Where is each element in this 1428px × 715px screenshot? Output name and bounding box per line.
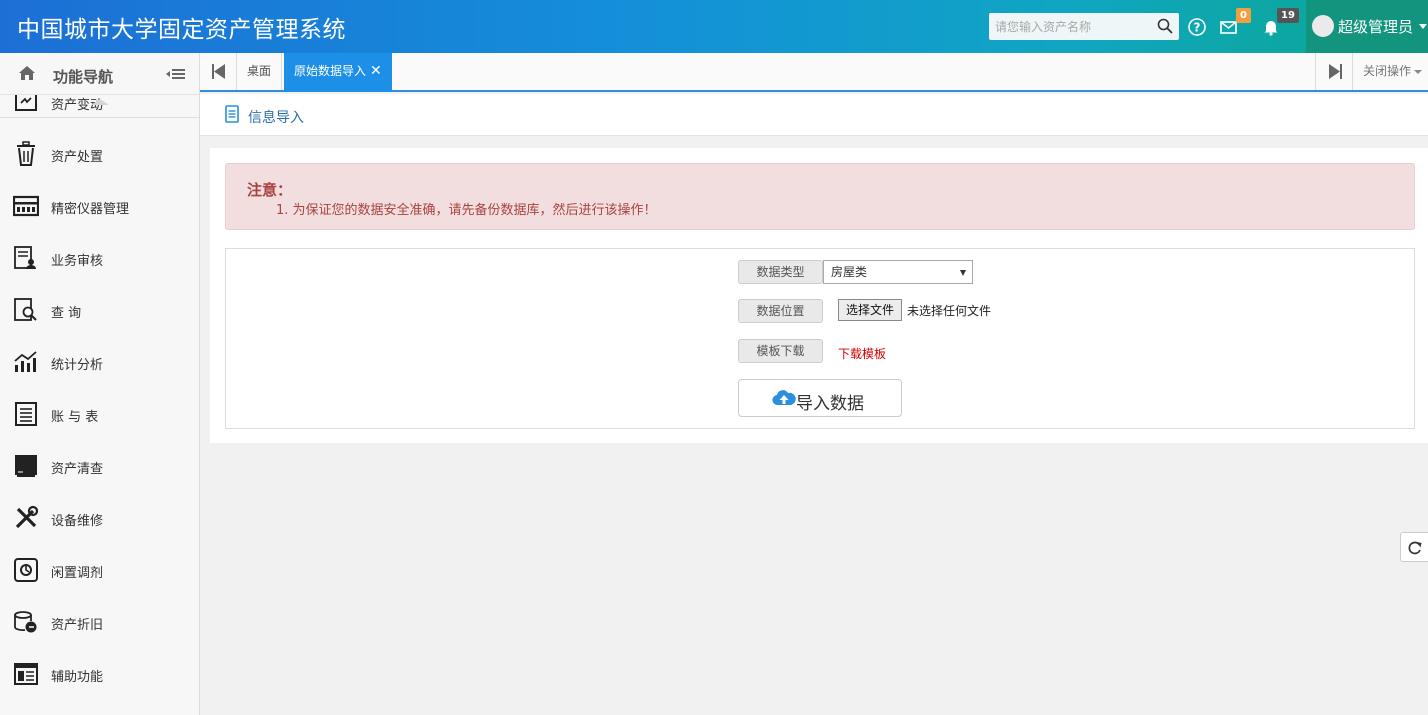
- top-bar: 中国城市大学固定资产管理系统 ? 0 19 超级管理员: [0, 0, 1428, 53]
- sidebar-item-label: 查 询: [51, 306, 82, 321]
- sidebar-item-label: 业务审核: [51, 254, 104, 269]
- sidebar-item-aux[interactable]: 辅助功能: [0, 649, 199, 701]
- collapse-sidebar-icon[interactable]: [166, 67, 186, 81]
- cloud-upload-icon: [772, 390, 796, 406]
- sidebar-item-query[interactable]: 查 询: [0, 285, 199, 337]
- tab-scroll-right[interactable]: [1315, 53, 1353, 90]
- tabs-bar: 桌面 原始数据导入 ✕ 关闭操作: [200, 53, 1428, 92]
- notify-badge: 19: [1277, 8, 1299, 23]
- help-icon[interactable]: ?: [1187, 17, 1207, 37]
- file-status: 未选择任何文件: [907, 304, 992, 318]
- inventory-icon: [15, 455, 37, 477]
- sidebar-item-label: 资产处置: [51, 150, 104, 165]
- instrument-icon: [13, 195, 39, 217]
- template-download-label: 模板下载: [738, 339, 823, 363]
- sidebar-item-label: 精密仪器管理: [51, 202, 130, 217]
- mail-badge: 0: [1236, 8, 1251, 23]
- caret-down-icon: [1414, 69, 1423, 74]
- avatar: [1312, 15, 1334, 37]
- sidebar-item-ledger[interactable]: 账 与 表: [0, 389, 199, 441]
- tab-desk-label: 桌面: [247, 64, 272, 78]
- scroll-up-arrow-icon[interactable]: [91, 99, 109, 105]
- depreciation-icon: [14, 611, 37, 633]
- sidebar-item-label: 账 与 表: [51, 410, 99, 425]
- close-operations-menu[interactable]: 关闭操作: [1363, 53, 1423, 90]
- download-template-link[interactable]: 下载模板: [838, 345, 886, 362]
- alert-title: 注意：: [247, 181, 293, 199]
- repair-icon: [15, 505, 39, 529]
- import-panel: 注意： 1. 为保证您的数据安全准确，请先备份数据库，然后进行该操作！ 数据类型…: [210, 148, 1428, 443]
- page-title: 信息导入: [248, 110, 304, 126]
- import-button-label: 导入数据: [796, 394, 864, 414]
- sidebar: 功能导航 资产变动 资产处置 精密仪器管理 业务审核 查 询 统计分析 账 与 …: [0, 53, 200, 715]
- audit-icon: [14, 246, 36, 269]
- app-title: 中国城市大学固定资产管理系统: [17, 17, 346, 43]
- backward-icon: [212, 64, 225, 79]
- data-location-label: 数据位置: [738, 299, 823, 323]
- sidebar-item-idle[interactable]: 闲置调剂: [0, 545, 199, 597]
- data-type-select[interactable]: 房屋类: [823, 260, 973, 284]
- import-form: 数据类型 房屋类 数据位置 选择文件 未选择任何文件 模板下载 下载模板 导入数…: [225, 248, 1415, 429]
- dropdown-arrow-icon: [960, 270, 966, 276]
- chevron-down-icon: [1419, 24, 1427, 29]
- query-icon: [14, 298, 37, 321]
- nav-title: 功能导航: [53, 68, 114, 86]
- sidebar-item-repair[interactable]: 设备维修: [0, 493, 199, 545]
- content-header: 信息导入: [200, 94, 1428, 136]
- data-type-label: 数据类型: [738, 260, 823, 284]
- sidebar-item-depreciation[interactable]: 资产折旧: [0, 597, 199, 649]
- trash-icon: [17, 141, 35, 166]
- sidebar-item-label: 辅助功能: [51, 670, 104, 685]
- svg-text:?: ?: [1194, 21, 1201, 35]
- tab-data-import[interactable]: 原始数据导入 ✕: [284, 53, 392, 92]
- document-icon: [225, 105, 239, 123]
- search-box: [989, 13, 1179, 40]
- sidebar-item-stats[interactable]: 统计分析: [0, 337, 199, 389]
- sidebar-item-audit[interactable]: 业务审核: [0, 233, 199, 285]
- stats-icon: [14, 351, 37, 372]
- ledger-icon: [15, 402, 37, 426]
- aux-icon: [14, 663, 38, 685]
- search-icon[interactable]: [1156, 17, 1174, 35]
- sidebar-item-label: 资产折旧: [51, 618, 104, 633]
- sidebar-item-instrument[interactable]: 精密仪器管理: [0, 181, 199, 233]
- warning-alert: 注意： 1. 为保证您的数据安全准确，请先备份数据库，然后进行该操作！: [225, 163, 1415, 230]
- tab-active-label: 原始数据导入: [294, 64, 367, 78]
- sidebar-divider: [0, 117, 199, 118]
- close-ops-label: 关闭操作: [1363, 64, 1412, 78]
- home-icon: [19, 66, 35, 80]
- user-menu[interactable]: 超级管理员: [1306, 0, 1428, 53]
- tab-scroll-left[interactable]: [200, 53, 237, 90]
- sidebar-item-label: 统计分析: [51, 358, 104, 373]
- forward-icon: [1329, 64, 1342, 79]
- idle-icon: [14, 558, 38, 582]
- refresh-button[interactable]: [1400, 532, 1428, 562]
- sidebar-item-asset-disposal[interactable]: 资产处置: [0, 129, 199, 181]
- sidebar-item-inventory[interactable]: 资产清查: [0, 441, 199, 493]
- import-data-button[interactable]: 导入数据: [738, 379, 902, 417]
- sidebar-header: 功能导航: [0, 53, 199, 95]
- tab-desk[interactable]: 桌面: [237, 53, 283, 90]
- choose-file-button[interactable]: 选择文件: [838, 299, 902, 321]
- data-type-value: 房屋类: [831, 265, 868, 279]
- sidebar-item-label: 设备维修: [51, 514, 104, 529]
- close-icon[interactable]: ✕: [370, 63, 382, 79]
- user-name: 超级管理员: [1338, 18, 1414, 36]
- sidebar-item-label: 资产清查: [51, 462, 104, 477]
- refresh-icon: [1408, 541, 1422, 555]
- search-input[interactable]: [989, 13, 1149, 40]
- alert-text: 1. 为保证您的数据安全准确，请先备份数据库，然后进行该操作！: [276, 203, 657, 218]
- sidebar-item-label: 闲置调剂: [51, 566, 104, 581]
